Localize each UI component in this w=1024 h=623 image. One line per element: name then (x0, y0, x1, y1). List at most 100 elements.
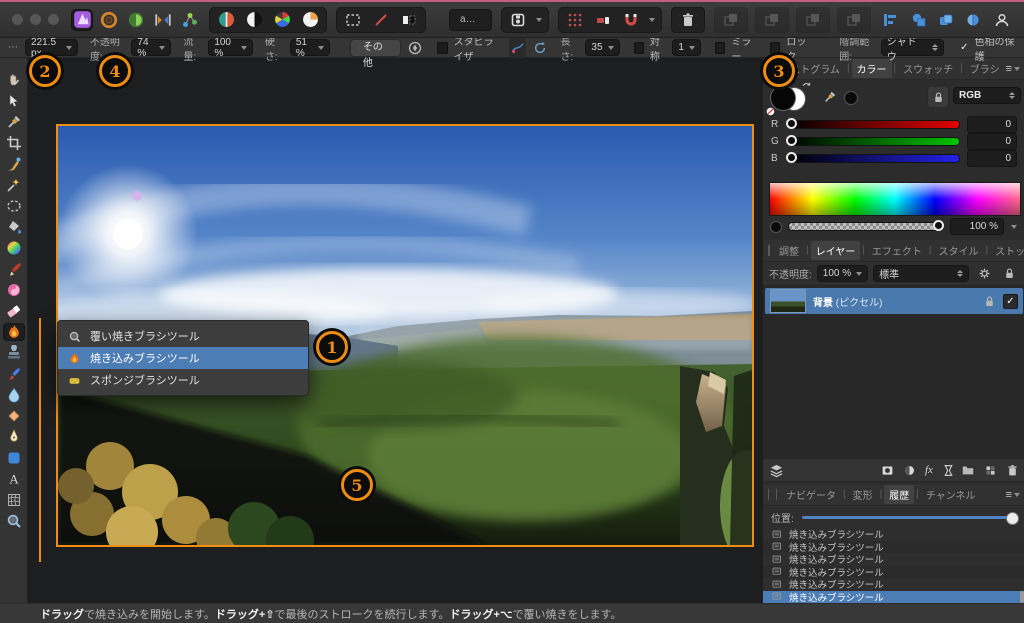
live-filter-icon[interactable] (942, 464, 955, 477)
symmetry-count-field[interactable]: 1 (672, 39, 701, 56)
clone-stamp-tool[interactable] (4, 345, 24, 361)
selection-marquee-icon[interactable] (343, 10, 363, 30)
channel-value[interactable]: 0 (967, 133, 1017, 150)
delete-layer-icon[interactable] (1006, 463, 1019, 477)
mask-view-icon[interactable] (399, 10, 419, 30)
more-button[interactable]: その他 (350, 39, 401, 57)
tab-styles[interactable]: スタイル (934, 241, 984, 260)
tab-effects[interactable]: エフェクト (867, 241, 927, 260)
lock-checkbox[interactable] (770, 42, 780, 54)
panel-drag-handle[interactable] (768, 245, 770, 256)
tab-transform[interactable]: 変形 (848, 485, 878, 504)
alignment-icon[interactable] (880, 10, 900, 30)
window-stabiliser-icon[interactable] (532, 38, 549, 58)
layer-thumbnail[interactable] (770, 289, 806, 313)
auto-contrast-icon[interactable] (244, 10, 264, 30)
window-close-button[interactable] (12, 14, 23, 25)
develop-persona-icon[interactable] (126, 10, 146, 30)
chevron-down-icon[interactable] (536, 18, 542, 22)
erase-brush-tool[interactable] (4, 303, 24, 319)
new-layer-icon[interactable] (984, 463, 997, 477)
panel-menu-icon[interactable]: ≡ (1006, 63, 1020, 75)
gradient-tool[interactable] (4, 240, 24, 256)
swap-colours-icon[interactable] (801, 82, 813, 94)
zoom-tool[interactable] (4, 513, 24, 529)
history-position-slider[interactable] (802, 516, 1017, 519)
lock-icon[interactable] (983, 295, 996, 308)
history-entry[interactable]: 焼き込みブラシツール (763, 591, 1024, 604)
tab-adjustment[interactable]: 調整 (774, 241, 804, 260)
fx-icon[interactable]: fx (925, 464, 933, 477)
paint-brush-tool[interactable] (4, 261, 24, 277)
layers-stack-icon[interactable] (769, 463, 784, 478)
gear-icon[interactable] (974, 264, 994, 284)
diagonal-slice-icon[interactable] (371, 10, 391, 30)
undo-brush-tool[interactable] (4, 366, 24, 382)
slider-knob[interactable] (1006, 512, 1019, 525)
account-icon[interactable] (992, 10, 1012, 30)
shape-tool[interactable] (4, 450, 24, 466)
colour-model-select[interactable]: RGB (953, 87, 1021, 104)
protect-hue-checkbox[interactable]: ✓ (960, 42, 968, 53)
history-entry[interactable]: 焼き込みブラシツール (763, 553, 1024, 566)
window-minimize-button[interactable] (30, 14, 41, 25)
mesh-warp-tool[interactable] (4, 492, 24, 508)
layer-opacity-field[interactable]: 100 % (817, 265, 868, 282)
flood-fill-tool[interactable] (4, 219, 24, 235)
pen-tool[interactable] (4, 429, 24, 445)
stabiliser-checkbox[interactable] (437, 42, 447, 54)
slider-knob[interactable] (786, 118, 797, 129)
auto-white-balance-icon[interactable] (300, 10, 320, 30)
colour-picker-tool[interactable] (4, 114, 24, 130)
slider-knob[interactable] (933, 220, 944, 231)
history-entry[interactable]: 焼き込みブラシツール (763, 566, 1024, 579)
channel-slider-r[interactable] (787, 120, 960, 129)
sponge-brush-tool-item[interactable]: スポンジブラシツール (58, 369, 308, 391)
marquee-tool[interactable] (4, 198, 24, 214)
boolean-combine-icon[interactable] (936, 10, 956, 30)
history-entry[interactable]: 焼き込みブラシツール (763, 541, 1024, 554)
channel-value[interactable]: 0 (967, 150, 1017, 167)
new-group-icon[interactable] (961, 463, 975, 477)
eyedropper-icon[interactable] (823, 90, 837, 104)
selection-brush-tool[interactable] (4, 156, 24, 172)
crop-tool[interactable] (4, 135, 24, 151)
assistant-icon[interactable] (508, 10, 528, 30)
flood-select-tool[interactable] (4, 177, 24, 193)
paint-mixer-brush-tool[interactable] (4, 282, 24, 298)
sharpen-tool[interactable] (4, 408, 24, 424)
view-tool[interactable] (4, 72, 24, 88)
snapping-icon[interactable] (593, 10, 613, 30)
tab-channels[interactable]: チャンネル (921, 485, 981, 504)
panel-drag-handle[interactable] (768, 489, 777, 500)
history-scrollbar-thumb[interactable] (1020, 591, 1024, 603)
tone-mapping-persona-icon[interactable] (153, 10, 173, 30)
pixel-grid-icon[interactable] (565, 10, 585, 30)
symmetry-checkbox[interactable] (634, 42, 644, 54)
tab-history[interactable]: 履歴 (884, 485, 914, 504)
text-tool[interactable]: A (4, 471, 24, 487)
colour-opacity-slider[interactable] (788, 222, 943, 231)
auto-levels-icon[interactable] (216, 10, 236, 30)
tab-stock[interactable]: ストック (990, 241, 1024, 260)
burn-brush-tool-item[interactable]: 焼き込みブラシツール (58, 347, 308, 369)
delete-icon[interactable] (671, 7, 705, 33)
document-title[interactable]: annika-BIl3xtSV_HY-unsplash.jpg (40.: * (449, 9, 492, 31)
more-options-icon[interactable]: ⋯ (8, 42, 19, 53)
colour-opacity-field[interactable]: 100 % (950, 218, 1004, 235)
boolean-divide-icon[interactable] (963, 10, 983, 30)
lock-icon[interactable] (927, 86, 949, 108)
magnet-icon[interactable] (621, 10, 641, 30)
slider-knob[interactable] (786, 152, 797, 163)
blur-tool[interactable] (4, 387, 24, 403)
lock-icon[interactable] (999, 264, 1019, 284)
burn-brush-tool[interactable] (4, 324, 24, 340)
adjustment-icon[interactable] (903, 464, 916, 477)
dodge-brush-tool-item[interactable]: 覆い焼きブラシツール (58, 325, 308, 347)
slider-knob[interactable] (786, 135, 797, 146)
layer-visibility-checkbox[interactable]: ✓ (1003, 294, 1018, 309)
history-entry[interactable]: 焼き込みブラシツール (763, 578, 1024, 591)
tonal-range-select[interactable]: シャドウ (881, 39, 944, 56)
flow-field[interactable]: 100 % (208, 39, 253, 56)
channel-slider-g[interactable] (787, 137, 960, 146)
